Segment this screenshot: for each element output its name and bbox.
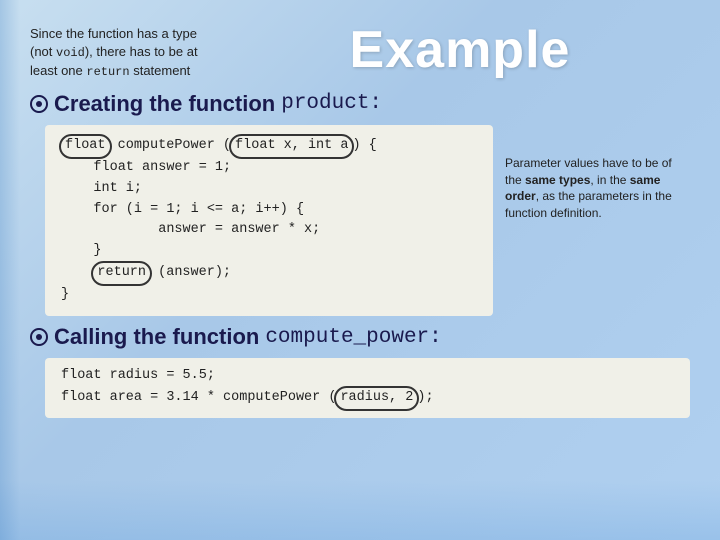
section2-header: Calling the function compute_power: — [30, 324, 690, 350]
code-line-5: answer = answer * x; — [61, 220, 477, 241]
code-line-8: } — [61, 285, 477, 306]
desc-keyword2: return — [86, 65, 129, 79]
code-line-2: float answer = 1; — [61, 158, 477, 179]
section2-prefix: Calling the function — [54, 324, 259, 350]
slide-title: Example — [350, 20, 571, 80]
title-box: Example — [230, 20, 690, 80]
note-text2: , in the — [590, 173, 629, 187]
code-line-6: } — [61, 241, 477, 262]
return-highlight: return — [91, 261, 152, 286]
slide-container: Since the function has a type (not void)… — [0, 0, 720, 540]
float-highlight: float — [59, 134, 112, 159]
wave-decoration-bottom — [0, 480, 720, 540]
calling-params-highlight: radius, 2 — [334, 386, 419, 411]
description-box: Since the function has a type (not void)… — [30, 25, 230, 81]
section1-mono: product: — [281, 92, 382, 115]
code-line-7: return (answer); — [61, 262, 477, 285]
code1-area: float computePower (float x, int a) { fl… — [45, 125, 690, 316]
code-block-2: float radius = 5.5; float area = 3.14 * … — [45, 358, 690, 418]
desc-keyword1: void — [56, 46, 85, 60]
code-line-3: int i; — [61, 179, 477, 200]
bullet-icon-1 — [30, 95, 48, 113]
section1-prefix: Creating the function — [54, 91, 275, 117]
note-bold1: same types — [525, 173, 590, 187]
bullet-icon-2 — [30, 328, 48, 346]
section2-mono: compute_power: — [265, 326, 441, 349]
section1-header: Creating the function product: — [30, 91, 690, 117]
code-line-4: for (i = 1; i <= a; i++) { — [61, 200, 477, 221]
code-line-1: float computePower (float x, int a) { — [61, 135, 477, 158]
top-section: Since the function has a type (not void)… — [30, 20, 690, 81]
code-block-1: float computePower (float x, int a) { fl… — [45, 125, 493, 316]
wave-decoration-left — [0, 0, 20, 540]
params-highlight: float x, int a — [229, 134, 354, 159]
calling-line-2: float area = 3.14 * computePower (radius… — [61, 387, 674, 410]
desc-text3: statement — [130, 63, 191, 78]
note-box: Parameter values have to be of the same … — [505, 125, 690, 222]
calling-line-1: float radius = 5.5; — [61, 366, 674, 387]
